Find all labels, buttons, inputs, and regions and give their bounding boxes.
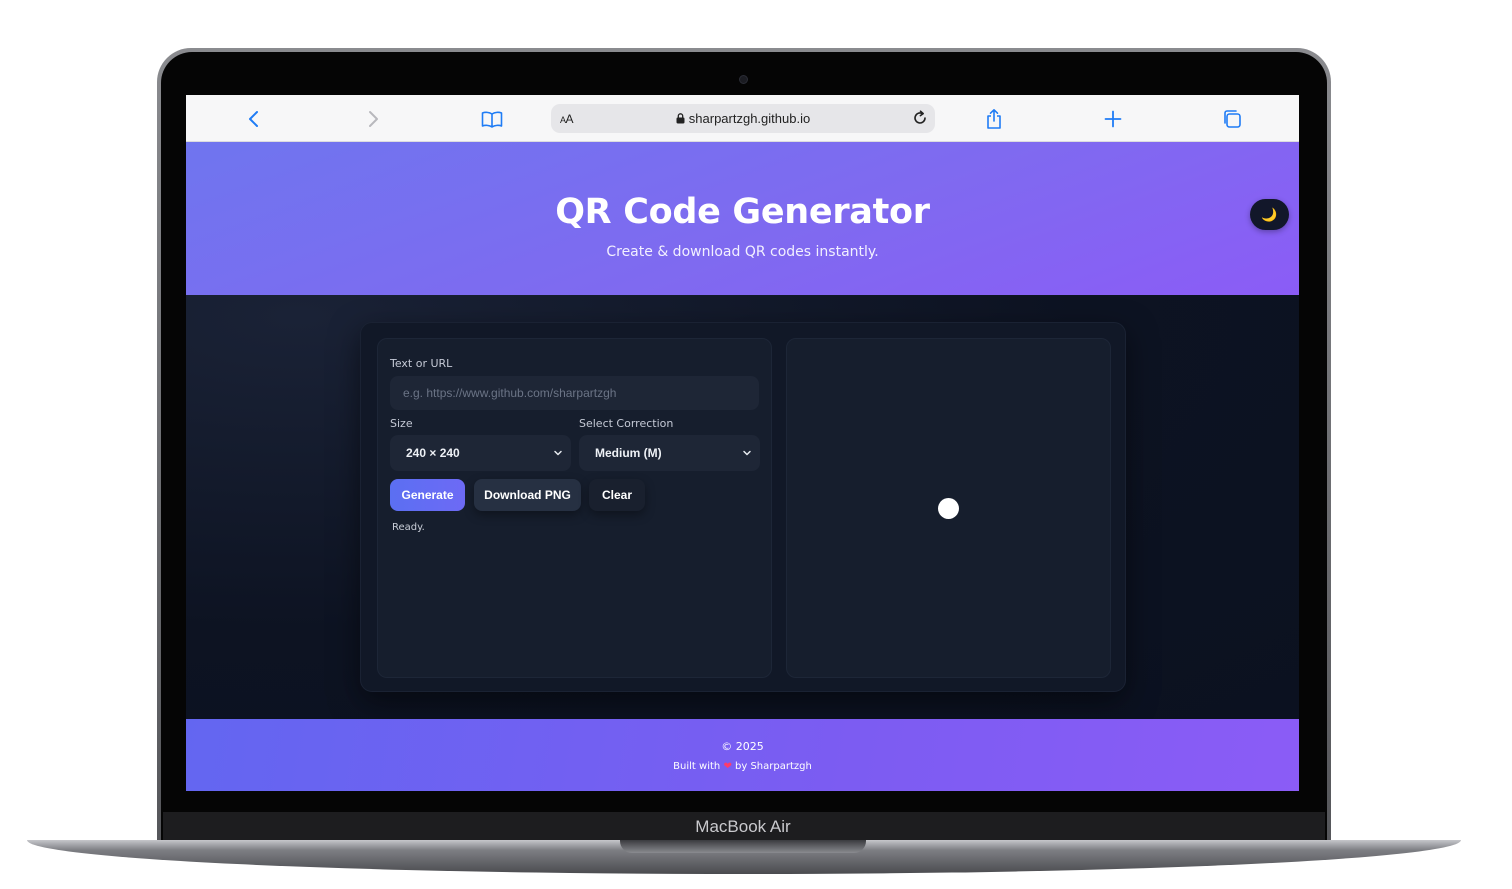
moon-icon: 🌙: [1261, 206, 1278, 222]
qr-preview-panel: [786, 338, 1111, 678]
hero-header: QR Code Generator Create & download QR c…: [186, 142, 1299, 295]
generate-button[interactable]: Generate: [390, 479, 465, 511]
chevron-down-icon: [554, 450, 562, 456]
size-select[interactable]: 240 × 240: [390, 435, 571, 471]
device-label: MacBook Air: [695, 817, 791, 836]
device-mockup: MacBook Air AA sharpartzgh.github.io QR …: [0, 0, 1512, 889]
size-select-value: 240 × 240: [406, 446, 460, 460]
back-icon[interactable]: [242, 107, 266, 131]
lock-icon: [676, 113, 685, 124]
correction-select[interactable]: Medium (M): [579, 435, 760, 471]
forward-icon[interactable]: [361, 107, 385, 131]
main-content: Text or URL Size Select Correction 240 ×…: [186, 295, 1299, 719]
bookmarks-icon[interactable]: [480, 107, 504, 131]
tabs-icon[interactable]: [1220, 107, 1244, 131]
text-input-label: Text or URL: [390, 357, 453, 370]
heart-icon: ❤: [723, 761, 732, 772]
clear-button[interactable]: Clear: [589, 479, 645, 511]
chevron-down-icon: [743, 450, 751, 456]
page-footer: © 2025 Built with ❤ by Sharpartzgh: [186, 719, 1299, 791]
correction-label: Select Correction: [579, 417, 674, 430]
correction-select-value: Medium (M): [595, 446, 662, 460]
download-png-button[interactable]: Download PNG: [474, 479, 581, 511]
browser-toolbar: AA sharpartzgh.github.io: [186, 95, 1299, 142]
browser-screen: AA sharpartzgh.github.io QR Code Generat…: [186, 95, 1299, 791]
page-title: QR Code Generator: [555, 192, 930, 232]
camera-icon: [739, 75, 748, 84]
qr-placeholder-dot: [938, 498, 959, 519]
url-text: sharpartzgh.github.io: [688, 111, 811, 126]
footer-copyright: © 2025: [721, 740, 764, 753]
text-url-input[interactable]: [390, 376, 759, 410]
size-label: Size: [390, 417, 413, 430]
share-icon[interactable]: [982, 107, 1006, 131]
footer-built-suffix: by Sharpartzgh: [735, 761, 812, 772]
new-tab-icon[interactable]: [1101, 107, 1125, 131]
footer-built-prefix: Built with: [673, 761, 721, 772]
laptop-notch: [620, 840, 866, 853]
theme-toggle-button[interactable]: 🌙: [1250, 199, 1289, 230]
footer-credit: Built with ❤ by Sharpartzgh: [186, 761, 1299, 772]
reload-icon[interactable]: [911, 109, 929, 127]
status-text: Ready.: [392, 522, 425, 533]
generator-card: Text or URL Size Select Correction 240 ×…: [360, 322, 1126, 692]
input-panel: Text or URL Size Select Correction 240 ×…: [377, 338, 772, 678]
address-bar[interactable]: AA sharpartzgh.github.io: [551, 104, 935, 133]
page-subtitle: Create & download QR codes instantly.: [606, 244, 879, 260]
